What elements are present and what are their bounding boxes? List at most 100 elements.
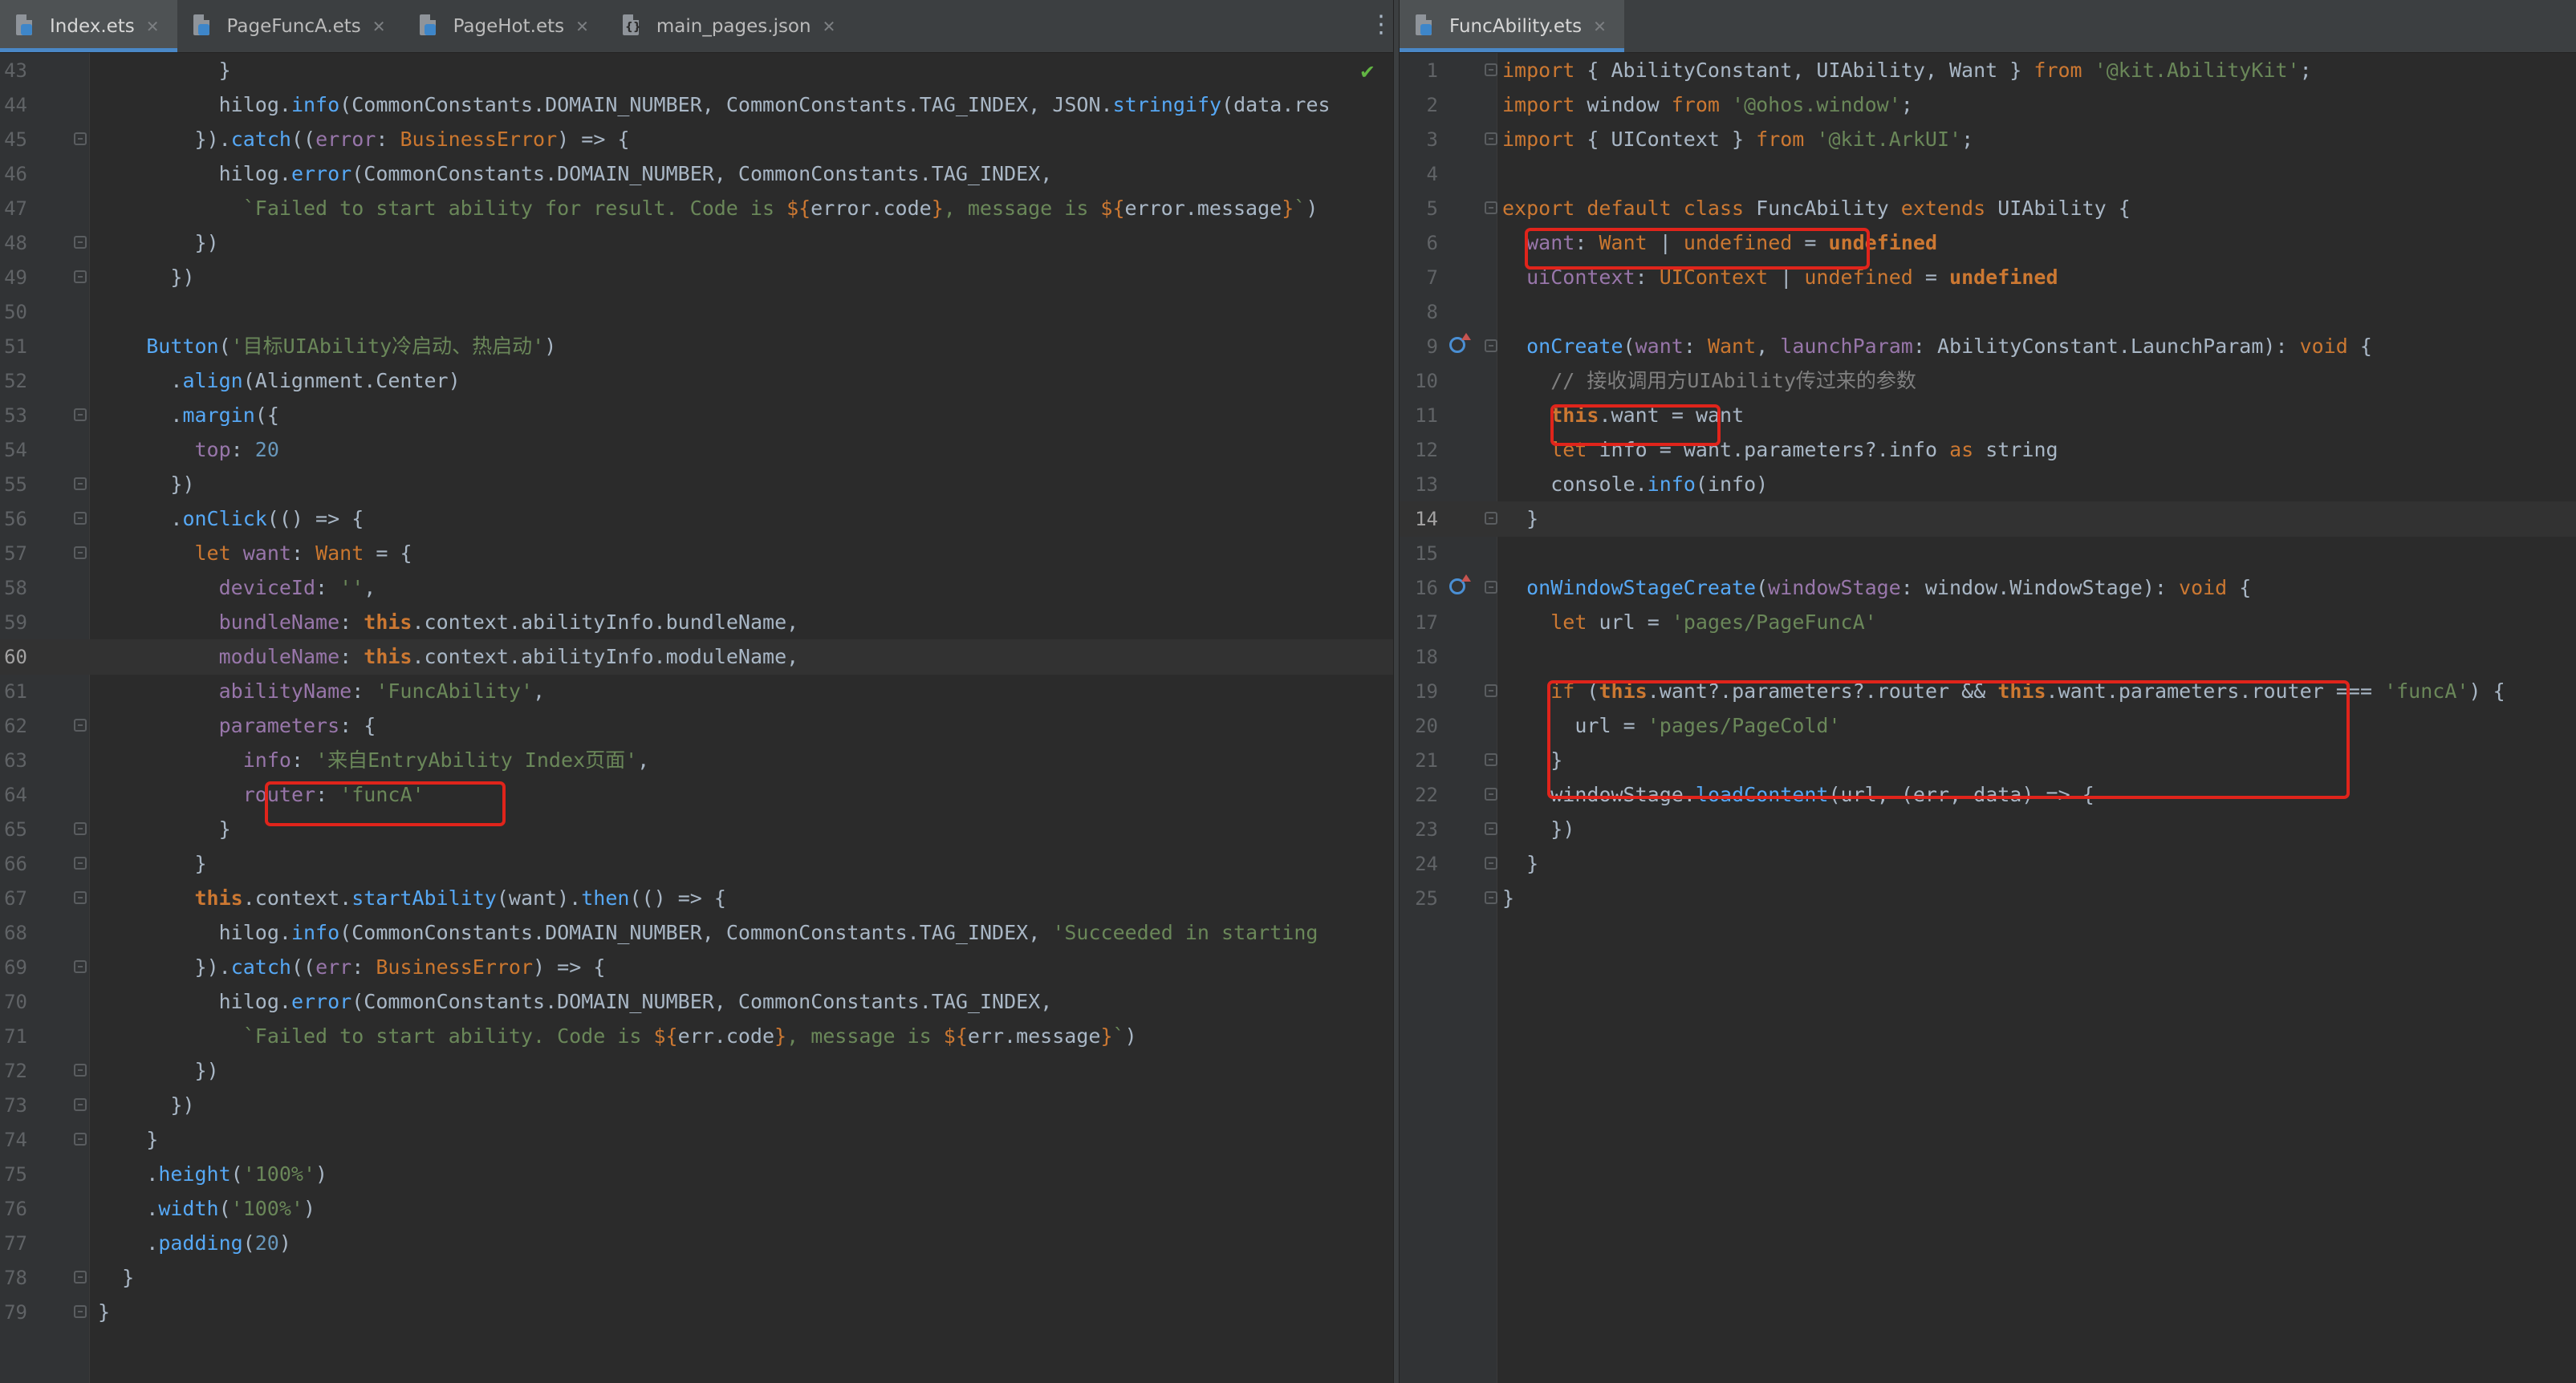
close-icon[interactable]: ✕: [575, 17, 589, 36]
override-method-icon[interactable]: [1449, 574, 1471, 594]
code-line[interactable]: 18: [1400, 639, 2576, 675]
tab-index-ets[interactable]: Index.ets ✕: [0, 0, 177, 52]
fold-toggle-icon[interactable]: [1485, 63, 1497, 76]
fold-toggle-icon[interactable]: [1485, 822, 1497, 835]
fold-toggle-icon[interactable]: [1485, 753, 1497, 766]
code-line[interactable]: 51 Button('目标UIAbility冷启动、热启动'): [0, 329, 1393, 364]
fold-toggle-icon[interactable]: [74, 1133, 87, 1146]
fold-toggle-icon[interactable]: [74, 270, 87, 283]
fold-toggle-icon[interactable]: [74, 477, 87, 490]
fold-toggle-icon[interactable]: [74, 1098, 87, 1111]
code-line[interactable]: 58 deviceId: '',: [0, 570, 1393, 606]
override-method-icon[interactable]: [1449, 333, 1471, 353]
code-line[interactable]: 3 import { UIContext } from '@kit.ArkUI';: [1400, 122, 2576, 157]
code-line[interactable]: 48 }): [0, 225, 1393, 261]
code-line[interactable]: 16 onWindowStageCreate(windowStage: wind…: [1400, 570, 2576, 606]
code-line[interactable]: 60 moduleName: this.context.abilityInfo.…: [0, 639, 1393, 675]
code-line[interactable]: 69 }).catch((err: BusinessError) => {: [0, 950, 1393, 985]
close-icon[interactable]: ✕: [1593, 17, 1607, 36]
fold-toggle-icon[interactable]: [1485, 857, 1497, 870]
right-editor-pane[interactable]: FuncAbility.ets ✕ 1 import { AbilityConst…: [1400, 0, 2576, 1383]
fold-toggle-icon[interactable]: [74, 822, 87, 835]
code-line[interactable]: 5 export default class FuncAbility extend…: [1400, 191, 2576, 226]
tab-pagehot-ets[interactable]: PageHot.ets ✕: [404, 0, 607, 52]
code-line[interactable]: 47 `Failed to start ability for result. …: [0, 191, 1393, 226]
code-line[interactable]: 9 onCreate(want: Want, launchParam: Abil…: [1400, 329, 2576, 364]
fold-toggle-icon[interactable]: [1485, 339, 1497, 352]
code-line[interactable]: 25}: [1400, 881, 2576, 916]
fold-toggle-icon[interactable]: [74, 1271, 87, 1284]
fold-toggle-icon[interactable]: [74, 1305, 87, 1318]
code-line[interactable]: 1 import { AbilityConstant, UIAbility, Wa…: [1400, 53, 2576, 88]
code-line[interactable]: 56 .onClick(() => {: [0, 501, 1393, 537]
fold-toggle-icon[interactable]: [74, 1064, 87, 1077]
split-divider[interactable]: [1393, 0, 1400, 1383]
code-line[interactable]: 76 .width('100%'): [0, 1191, 1393, 1227]
code-line[interactable]: 44 hilog.info(CommonConstants.DOMAIN_NUM…: [0, 87, 1393, 123]
fold-toggle-icon[interactable]: [74, 512, 87, 525]
code-line[interactable]: 67 this.context.startAbility(want).then(…: [0, 881, 1393, 916]
code-line[interactable]: 13 console.info(info): [1400, 467, 2576, 502]
fold-toggle-icon[interactable]: [1485, 132, 1497, 145]
code-line[interactable]: 61 abilityName: 'FuncAbility',: [0, 674, 1393, 709]
code-line[interactable]: 4: [1400, 156, 2576, 192]
fold-toggle-icon[interactable]: [74, 891, 87, 904]
tab-funcability-ets[interactable]: FuncAbility.ets ✕: [1400, 0, 1624, 52]
fold-toggle-icon[interactable]: [1485, 512, 1497, 525]
code-line[interactable]: 74 }: [0, 1122, 1393, 1158]
close-icon[interactable]: ✕: [146, 17, 160, 36]
code-line[interactable]: 64 router: 'funcA': [0, 777, 1393, 813]
code-line[interactable]: 79}: [0, 1295, 1393, 1330]
code-line[interactable]: 77 .padding(20): [0, 1226, 1393, 1261]
fold-toggle-icon[interactable]: [74, 960, 87, 973]
code-line[interactable]: 71 `Failed to start ability. Code is ${e…: [0, 1019, 1393, 1054]
code-editor[interactable]: 43 } 44 hilog.info(CommonConstants.DOMAIN…: [0, 53, 1393, 1383]
code-line[interactable]: 65 }: [0, 812, 1393, 847]
fold-toggle-icon[interactable]: [1485, 788, 1497, 801]
code-line[interactable]: 54 top: 20: [0, 432, 1393, 468]
close-icon[interactable]: ✕: [823, 17, 836, 36]
code-line[interactable]: 63 info: '来自EntryAbility Index页面',: [0, 743, 1393, 778]
code-line[interactable]: 57 let want: Want = {: [0, 536, 1393, 571]
code-line[interactable]: 46 hilog.error(CommonConstants.DOMAIN_NU…: [0, 156, 1393, 192]
fold-toggle-icon[interactable]: [74, 132, 87, 145]
code-line[interactable]: 2 import window from '@ohos.window';: [1400, 87, 2576, 123]
code-line[interactable]: 55 }): [0, 467, 1393, 502]
fold-toggle-icon[interactable]: [74, 857, 87, 870]
tab-pagefunca-ets[interactable]: PageFuncA.ets ✕: [177, 0, 404, 52]
left-editor-pane[interactable]: Index.ets ✕ PageFuncA.ets ✕ PageHot.ets …: [0, 0, 1393, 1383]
code-line[interactable]: 62 parameters: {: [0, 708, 1393, 744]
close-icon[interactable]: ✕: [372, 17, 386, 36]
fold-toggle-icon[interactable]: [1485, 891, 1497, 904]
code-line[interactable]: 50: [0, 294, 1393, 330]
code-line[interactable]: 68 hilog.info(CommonConstants.DOMAIN_NUM…: [0, 915, 1393, 951]
code-line[interactable]: 15: [1400, 536, 2576, 571]
code-line[interactable]: 59 bundleName: this.context.abilityInfo.…: [0, 605, 1393, 640]
code-line[interactable]: 24 }: [1400, 846, 2576, 882]
code-line[interactable]: 17 let url = 'pages/PageFuncA': [1400, 605, 2576, 640]
code-line[interactable]: 49 }): [0, 260, 1393, 295]
code-line[interactable]: 70 hilog.error(CommonConstants.DOMAIN_NU…: [0, 984, 1393, 1020]
code-line[interactable]: 66 }: [0, 846, 1393, 882]
fold-toggle-icon[interactable]: [1485, 581, 1497, 594]
fold-toggle-icon[interactable]: [74, 546, 87, 559]
code-line[interactable]: 45 }).catch((error: BusinessError) => {: [0, 122, 1393, 157]
fold-toggle-icon[interactable]: [74, 236, 87, 249]
code-line[interactable]: 75 .height('100%'): [0, 1157, 1393, 1192]
more-vertical-icon[interactable]: ⋮: [1369, 12, 1393, 41]
code-line[interactable]: 10 // 接收调用方UIAbility传过来的参数: [1400, 363, 2576, 399]
code-line[interactable]: 78 }: [0, 1260, 1393, 1296]
code-line[interactable]: 53 .margin({: [0, 398, 1393, 433]
tab-main-pages-json[interactable]: {} main_pages.json ✕: [607, 0, 854, 52]
code-line[interactable]: 43 }: [0, 53, 1393, 88]
fold-toggle-icon[interactable]: [74, 408, 87, 421]
code-line[interactable]: 23 }): [1400, 812, 2576, 847]
fold-toggle-icon[interactable]: [74, 719, 87, 732]
code-line[interactable]: 72 }): [0, 1053, 1393, 1089]
code-line[interactable]: 73 }): [0, 1088, 1393, 1123]
code-line[interactable]: 52 .align(Alignment.Center): [0, 363, 1393, 399]
code-line[interactable]: 8: [1400, 294, 2576, 330]
fold-toggle-icon[interactable]: [1485, 684, 1497, 697]
code-line[interactable]: 14 }: [1400, 501, 2576, 537]
fold-toggle-icon[interactable]: [1485, 201, 1497, 214]
